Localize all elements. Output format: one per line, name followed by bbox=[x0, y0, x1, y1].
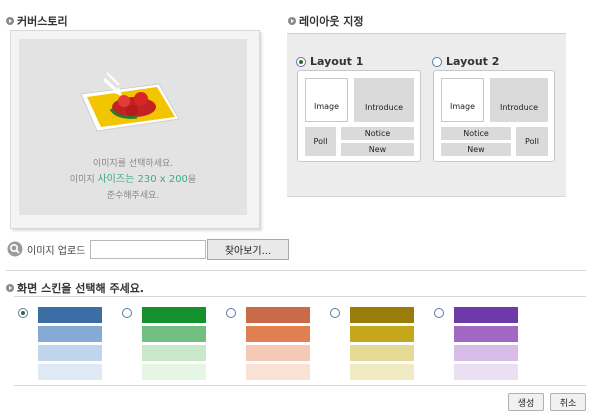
layout-1-preview[interactable]: Image Introduce Poll Notice New bbox=[297, 70, 421, 162]
layout-2-image-cell: Image bbox=[441, 78, 484, 122]
skin-2-swatch-2 bbox=[142, 326, 206, 342]
skin-3-swatch-3 bbox=[246, 345, 310, 361]
skin-5-swatch-2 bbox=[454, 326, 518, 342]
layout-1-image-cell: Image bbox=[305, 78, 348, 122]
section-title-canvas: 커버스토리 bbox=[6, 13, 68, 29]
bullet-icon bbox=[6, 17, 14, 25]
cancel-button[interactable]: 취소 bbox=[550, 393, 586, 411]
skin-4-radio[interactable] bbox=[330, 308, 340, 318]
skin-2-swatch-3 bbox=[142, 345, 206, 361]
section-title-layout-text: 레이아웃 지정 bbox=[299, 15, 364, 28]
skin-4-swatch-2 bbox=[350, 326, 414, 342]
skin-1-swatch-3 bbox=[38, 345, 102, 361]
layout-1-introduce-cell: Introduce bbox=[354, 78, 414, 122]
skin-option-3[interactable] bbox=[226, 297, 322, 383]
layout-1-poll-cell: Poll bbox=[305, 127, 336, 156]
skin-5-radio[interactable] bbox=[434, 308, 444, 318]
layout-option-1[interactable]: Layout 1 bbox=[296, 55, 363, 68]
canvas-hint-line2: 이미지 사이즈는 230 x 200을 bbox=[19, 172, 247, 188]
layout-2-new-cell: New bbox=[441, 143, 511, 156]
upload-label-group: 이미지 업로드 bbox=[7, 241, 85, 257]
divider-bottom bbox=[14, 385, 586, 386]
canvas-preview[interactable]: 이미지를 선택하세요. 이미지 사이즈는 230 x 200을 준수해주세요. bbox=[19, 39, 247, 215]
layout-2-notice-cell: Notice bbox=[441, 127, 511, 140]
layout-2-poll-cell: Poll bbox=[516, 127, 548, 156]
create-button[interactable]: 생성 bbox=[508, 393, 544, 411]
skin-1-swatch-4 bbox=[38, 364, 102, 380]
skin-list bbox=[14, 296, 586, 385]
layout-2-label: Layout 2 bbox=[446, 55, 500, 68]
skin-option-4[interactable] bbox=[330, 297, 426, 383]
skin-2-radio[interactable] bbox=[122, 308, 132, 318]
hint-size: 사이즈는 230 x 200 bbox=[97, 174, 188, 185]
canvas-hint-line1: 이미지를 선택하세요. bbox=[92, 159, 174, 169]
upload-label: 이미지 업로드 bbox=[27, 245, 86, 257]
skin-3-swatch-1 bbox=[246, 307, 310, 323]
layout-2-radio[interactable] bbox=[432, 56, 442, 67]
skin-option-1[interactable] bbox=[18, 297, 114, 383]
bullet-icon bbox=[288, 17, 296, 25]
layout-1-radio[interactable] bbox=[296, 56, 306, 67]
skin-4-swatch-1 bbox=[350, 307, 414, 323]
skin-4-swatch-4 bbox=[350, 364, 414, 380]
skin-4-swatch-3 bbox=[350, 345, 414, 361]
canvas-preview-frame: 이미지를 선택하세요. 이미지 사이즈는 230 x 200을 준수해주세요. bbox=[10, 30, 260, 229]
layout-1-new-cell: New bbox=[341, 143, 414, 156]
skin-2-swatch-4 bbox=[142, 364, 206, 380]
layout-panel: Layout 1 Image Introduce Poll Notice New… bbox=[287, 33, 566, 197]
hint-prefix: 이미지 bbox=[69, 175, 98, 185]
skin-option-2[interactable] bbox=[122, 297, 218, 383]
section-title-layout: 레이아웃 지정 bbox=[288, 13, 364, 29]
layout-1-label: Layout 1 bbox=[310, 55, 364, 68]
skin-3-swatch-4 bbox=[246, 364, 310, 380]
canvas-hint: 이미지를 선택하세요. 이미지 사이즈는 230 x 200을 준수해주세요. bbox=[19, 156, 247, 204]
canvas-hint-line3: 준수해주세요. bbox=[106, 191, 160, 201]
magnifier-icon bbox=[7, 241, 23, 257]
skin-5-swatch-4 bbox=[454, 364, 518, 380]
skin-1-swatch-1 bbox=[38, 307, 102, 323]
layout-2-preview[interactable]: Image Introduce Notice New Poll bbox=[433, 70, 555, 162]
bullet-icon bbox=[6, 284, 14, 292]
flower-image-icon bbox=[80, 72, 180, 132]
section-title-skin-text: 화면 스킨을 선택해 주세요. bbox=[17, 282, 144, 295]
divider bbox=[6, 270, 586, 271]
skin-3-radio[interactable] bbox=[226, 308, 236, 318]
layout-option-2[interactable]: Layout 2 bbox=[432, 55, 499, 68]
section-title-skin: 화면 스킨을 선택해 주세요. bbox=[6, 280, 144, 296]
layout-2-introduce-cell: Introduce bbox=[490, 78, 548, 122]
skin-2-swatch-1 bbox=[142, 307, 206, 323]
skin-option-5[interactable] bbox=[434, 297, 530, 383]
upload-file-input[interactable] bbox=[90, 240, 206, 259]
browse-button[interactable]: 찾아보기... bbox=[207, 239, 289, 260]
layout-1-notice-cell: Notice bbox=[341, 127, 414, 140]
skin-1-radio[interactable] bbox=[18, 308, 28, 318]
section-title-canvas-text: 커버스토리 bbox=[17, 15, 68, 28]
skin-5-swatch-3 bbox=[454, 345, 518, 361]
skin-3-swatch-2 bbox=[246, 326, 310, 342]
skin-1-swatch-2 bbox=[38, 326, 102, 342]
hint-suffix: 을 bbox=[187, 175, 197, 185]
skin-5-swatch-1 bbox=[454, 307, 518, 323]
